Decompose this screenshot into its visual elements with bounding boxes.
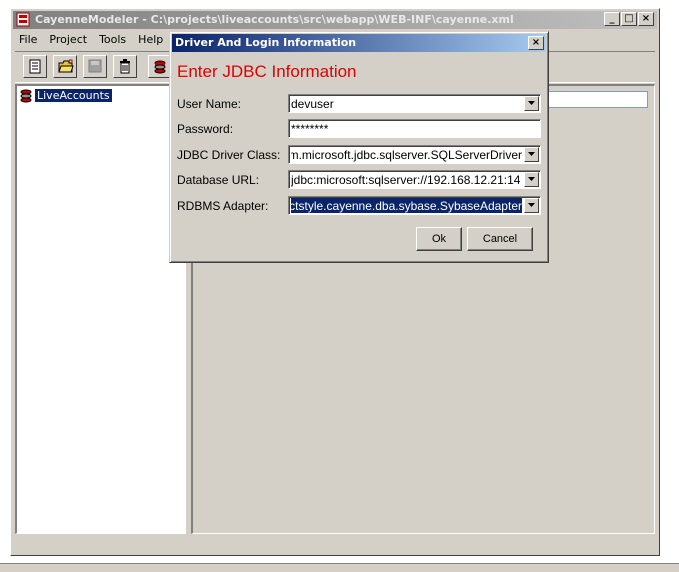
detail-name-field[interactable]	[548, 91, 648, 108]
driver-class-combobox[interactable]: com.microsoft.jdbc.sqlserver.SQLServerDr…	[288, 145, 541, 164]
user-name-dropdown-button[interactable]	[524, 96, 539, 111]
datadomain-icon	[20, 89, 32, 103]
rdbms-adapter-dropdown-button[interactable]	[524, 198, 539, 213]
open-folder-icon	[58, 59, 74, 73]
driver-class-dropdown-button[interactable]	[524, 147, 539, 162]
chevron-down-icon	[528, 101, 535, 105]
main-title-bar[interactable]: CayenneModeler - C:\projects\liveaccount…	[13, 11, 657, 29]
delete-button[interactable]	[113, 55, 137, 78]
tree-node-label: LiveAccounts	[35, 89, 112, 102]
password-input[interactable]: ********	[288, 119, 541, 138]
open-project-button[interactable]	[53, 55, 77, 78]
cancel-button[interactable]: Cancel	[467, 227, 533, 251]
dialog-title-bar[interactable]: Driver And Login Information ×	[172, 34, 546, 52]
menu-file[interactable]: File	[13, 31, 43, 46]
new-project-button[interactable]	[23, 55, 47, 78]
driver-class-label: JDBC Driver Class:	[177, 148, 281, 162]
minimize-button[interactable]: _	[604, 12, 620, 26]
password-value: ********	[291, 122, 329, 136]
cayenne-app-icon	[16, 12, 30, 27]
rdbms-adapter-value: org.objectstyle.cayenne.dba.sybase.Sybas…	[291, 198, 522, 213]
trash-icon	[120, 59, 130, 74]
user-name-label: User Name:	[177, 97, 242, 111]
database-url-value: jdbc:microsoft:sqlserver://192.168.12.21…	[291, 173, 521, 187]
driver-class-value: com.microsoft.jdbc.sqlserver.SQLServerDr…	[291, 148, 522, 162]
project-tree[interactable]: LiveAccounts	[15, 84, 186, 534]
menu-project[interactable]: Project	[43, 31, 93, 46]
rdbms-adapter-label: RDBMS Adapter:	[177, 199, 269, 213]
password-label: Password:	[177, 122, 234, 136]
ok-button[interactable]: Ok	[416, 227, 462, 251]
close-button[interactable]: ×	[638, 12, 654, 26]
database-url-label: Database URL:	[177, 173, 260, 187]
database-url-combobox[interactable]: jdbc:microsoft:sqlserver://192.168.12.21…	[288, 170, 541, 189]
user-name-combobox[interactable]: devuser	[288, 94, 541, 113]
chevron-down-icon	[528, 177, 535, 181]
jdbc-login-dialog: Driver And Login Information × Enter JDB…	[169, 31, 549, 263]
save-project-button[interactable]	[83, 55, 107, 78]
dialog-heading: Enter JDBC Information	[177, 62, 357, 81]
main-window-title: CayenneModeler - C:\projects\liveaccount…	[35, 13, 514, 26]
chevron-down-icon	[528, 152, 535, 156]
chevron-down-icon	[528, 203, 535, 207]
menu-tools[interactable]: Tools	[93, 31, 132, 46]
database-url-dropdown-button[interactable]	[524, 172, 539, 187]
save-disk-icon	[88, 59, 102, 73]
dialog-close-button[interactable]: ×	[528, 36, 544, 50]
new-document-icon	[29, 59, 41, 74]
rdbms-adapter-combobox[interactable]: org.objectstyle.cayenne.dba.sybase.Sybas…	[288, 196, 541, 215]
tree-node-root[interactable]: LiveAccounts	[19, 89, 112, 103]
database-stack-icon	[154, 60, 166, 74]
dialog-title: Driver And Login Information	[175, 36, 357, 49]
maximize-button[interactable]: □	[621, 12, 637, 26]
menu-help[interactable]: Help	[132, 31, 169, 46]
user-name-value: devuser	[291, 97, 334, 111]
